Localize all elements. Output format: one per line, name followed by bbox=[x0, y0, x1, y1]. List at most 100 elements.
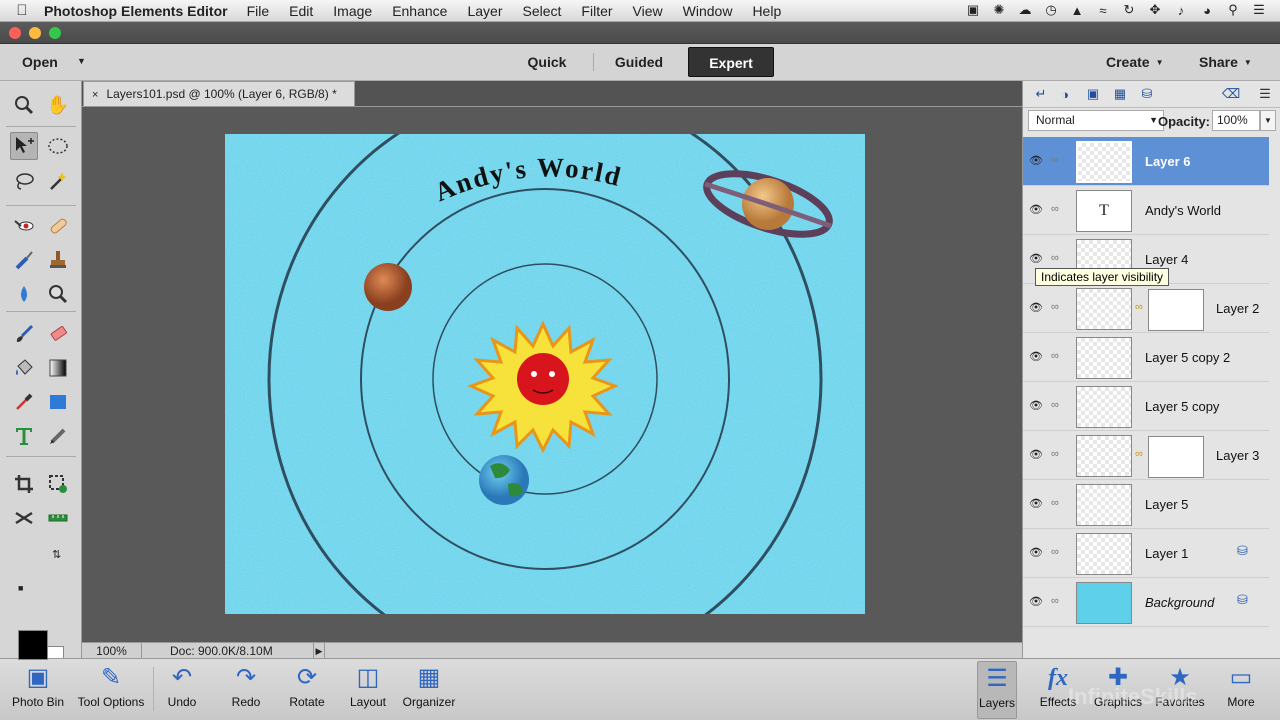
link-icon[interactable]: ∞ bbox=[1051, 497, 1061, 511]
undo-button[interactable]: ↶ Undo bbox=[147, 661, 217, 719]
menu-image[interactable]: Image bbox=[333, 3, 372, 19]
swap-colors-icon[interactable]: ⇅ bbox=[52, 548, 61, 561]
menu-enhance[interactable]: Enhance bbox=[392, 3, 447, 19]
link-icon[interactable]: ∞ bbox=[1051, 448, 1061, 462]
tab-quick[interactable]: Quick bbox=[512, 47, 582, 77]
visibility-eye-icon[interactable]: 👁 bbox=[1029, 350, 1043, 364]
bluetooth-icon[interactable]: ✥ bbox=[1148, 2, 1162, 18]
wifi-icon[interactable]: ≈ bbox=[1096, 3, 1110, 18]
open-button[interactable]: Open bbox=[22, 54, 58, 70]
layer-mask-thumbnail[interactable] bbox=[1148, 289, 1204, 331]
lock-all-icon[interactable]: ⛁ bbox=[1139, 86, 1155, 102]
healing-brush-icon[interactable] bbox=[44, 212, 72, 240]
sponge-tool-icon[interactable] bbox=[44, 280, 72, 308]
photo-bin-button[interactable]: ▣ Photo Bin bbox=[3, 661, 73, 719]
layer-row-andys-world[interactable]: 👁 ∞ T Andy's World bbox=[1023, 186, 1269, 235]
calendar-icon[interactable]: ▣ bbox=[966, 2, 980, 18]
apple-icon[interactable]:  bbox=[0, 2, 44, 19]
magic-wand-icon[interactable] bbox=[44, 167, 72, 195]
minimize-window-button[interactable] bbox=[29, 27, 41, 39]
new-layer-icon[interactable]: ↵ bbox=[1033, 86, 1049, 102]
layer-row-background[interactable]: 👁 ∞ Background ⛁ bbox=[1023, 578, 1269, 627]
layer-mask-icon[interactable]: ▣ bbox=[1085, 86, 1101, 102]
panel-menu-icon[interactable]: ☰ bbox=[1257, 86, 1273, 102]
organizer-button[interactable]: ▦ Organizer bbox=[394, 661, 464, 719]
recompose-tool-icon[interactable] bbox=[44, 470, 72, 498]
bell-icon[interactable]: ▲ bbox=[1070, 3, 1084, 18]
visibility-eye-icon[interactable]: 👁 bbox=[1029, 252, 1043, 266]
visibility-eye-icon[interactable]: 👁 bbox=[1029, 595, 1043, 609]
foreground-color-swatch[interactable] bbox=[18, 630, 48, 660]
blur-tool-icon[interactable] bbox=[10, 280, 38, 308]
delete-layer-icon[interactable]: ⌫ bbox=[1222, 86, 1240, 102]
visibility-eye-icon[interactable]: 👁 bbox=[1029, 448, 1043, 462]
marquee-tool-icon[interactable] bbox=[44, 132, 72, 160]
smart-brush-icon[interactable] bbox=[10, 246, 38, 274]
visibility-eye-icon[interactable]: 👁 bbox=[1029, 301, 1043, 315]
link-icon[interactable]: ∞ bbox=[1051, 399, 1061, 413]
link-icon[interactable]: ∞ bbox=[1051, 595, 1061, 609]
tab-guided[interactable]: Guided bbox=[601, 47, 677, 77]
pencil-tool-icon[interactable] bbox=[44, 422, 72, 450]
sync-icon[interactable]: ✺ bbox=[992, 2, 1006, 18]
rotate-button[interactable]: ⟳ Rotate bbox=[272, 661, 342, 719]
move-tool-icon[interactable] bbox=[10, 132, 38, 160]
clone-stamp-icon[interactable] bbox=[44, 246, 72, 274]
image-canvas[interactable]: Andy's World bbox=[225, 134, 865, 614]
close-document-icon[interactable]: × bbox=[92, 89, 98, 101]
power-icon[interactable]: ◕ bbox=[1200, 3, 1214, 18]
mask-link-icon[interactable]: ∞ bbox=[1135, 448, 1143, 460]
menu-view[interactable]: View bbox=[633, 3, 663, 19]
tab-expert[interactable]: Expert bbox=[688, 47, 774, 77]
menu-file[interactable]: File bbox=[247, 3, 270, 19]
menu-edit[interactable]: Edit bbox=[289, 3, 313, 19]
default-colors-icon[interactable]: ■ bbox=[18, 583, 23, 593]
clock-icon[interactable]: ◷ bbox=[1044, 2, 1058, 18]
menu-filter[interactable]: Filter bbox=[581, 3, 612, 19]
layer-mask-thumbnail[interactable] bbox=[1148, 436, 1204, 478]
open-dropdown-icon[interactable]: ▼ bbox=[77, 56, 86, 66]
link-icon[interactable]: ∞ bbox=[1051, 252, 1061, 266]
document-tab[interactable]: × Layers101.psd @ 100% (Layer 6, RGB/8) * bbox=[83, 81, 355, 106]
layers-panel-button[interactable]: ☰ Layers bbox=[977, 661, 1017, 719]
search-icon[interactable]: ⚲ bbox=[1226, 2, 1240, 18]
link-icon[interactable]: ∞ bbox=[1051, 301, 1061, 315]
gradient-tool-icon[interactable] bbox=[44, 354, 72, 382]
type-tool-icon[interactable] bbox=[10, 422, 38, 450]
link-icon[interactable]: ∞ bbox=[1051, 203, 1061, 217]
mask-link-icon[interactable]: ∞ bbox=[1135, 301, 1143, 313]
zoom-level-field[interactable]: 100% bbox=[82, 643, 142, 659]
cloud-icon[interactable]: ☁ bbox=[1018, 2, 1032, 18]
layer-row-layer-5-copy-2[interactable]: 👁 ∞ Layer 5 copy 2 bbox=[1023, 333, 1269, 382]
lasso-tool-icon[interactable] bbox=[10, 167, 38, 195]
menu-help[interactable]: Help bbox=[752, 3, 781, 19]
visibility-eye-icon[interactable]: 👁 bbox=[1029, 154, 1043, 168]
hand-tool-icon[interactable]: ✋ bbox=[44, 91, 72, 119]
paint-bucket-icon[interactable] bbox=[10, 354, 38, 382]
status-menu-arrow-icon[interactable]: ▶ bbox=[313, 643, 325, 659]
red-eye-icon[interactable] bbox=[10, 212, 38, 240]
layer-row-layer-5-copy[interactable]: 👁 ∞ Layer 5 copy bbox=[1023, 382, 1269, 431]
lock-transparency-icon[interactable]: ▦ bbox=[1112, 86, 1128, 102]
close-window-button[interactable] bbox=[9, 27, 21, 39]
app-name-menu[interactable]: Photoshop Elements Editor bbox=[44, 3, 228, 19]
link-icon[interactable]: ∞ bbox=[1051, 546, 1061, 560]
layer-row-layer-2[interactable]: 👁 ∞ ∞ Layer 2 bbox=[1023, 284, 1269, 333]
volume-icon[interactable]: ♪ bbox=[1174, 3, 1188, 18]
shape-tool-icon[interactable] bbox=[44, 388, 72, 416]
opacity-input[interactable]: 100% bbox=[1212, 110, 1260, 131]
opacity-dropdown-icon[interactable]: ▼ bbox=[1260, 110, 1276, 131]
redo-button[interactable]: ↷ Redo bbox=[211, 661, 281, 719]
time-machine-icon[interactable]: ↻ bbox=[1122, 2, 1136, 18]
more-button[interactable]: ▭ More bbox=[1206, 661, 1276, 719]
adjustment-layer-icon[interactable]: ◑ bbox=[1057, 86, 1073, 102]
layer-row-layer-5[interactable]: 👁 ∞ Layer 5 bbox=[1023, 480, 1269, 529]
menu-window[interactable]: Window bbox=[683, 3, 733, 19]
visibility-eye-icon[interactable]: 👁 bbox=[1029, 497, 1043, 511]
blend-mode-select[interactable]: Normal ▼ bbox=[1028, 110, 1164, 131]
visibility-eye-icon[interactable]: 👁 bbox=[1029, 399, 1043, 413]
layer-lock-icon[interactable]: ⛁ bbox=[1237, 543, 1248, 559]
share-button[interactable]: Share ▼ bbox=[1199, 54, 1252, 70]
create-button[interactable]: Create ▼ bbox=[1106, 54, 1164, 70]
content-move-icon[interactable] bbox=[10, 504, 38, 532]
